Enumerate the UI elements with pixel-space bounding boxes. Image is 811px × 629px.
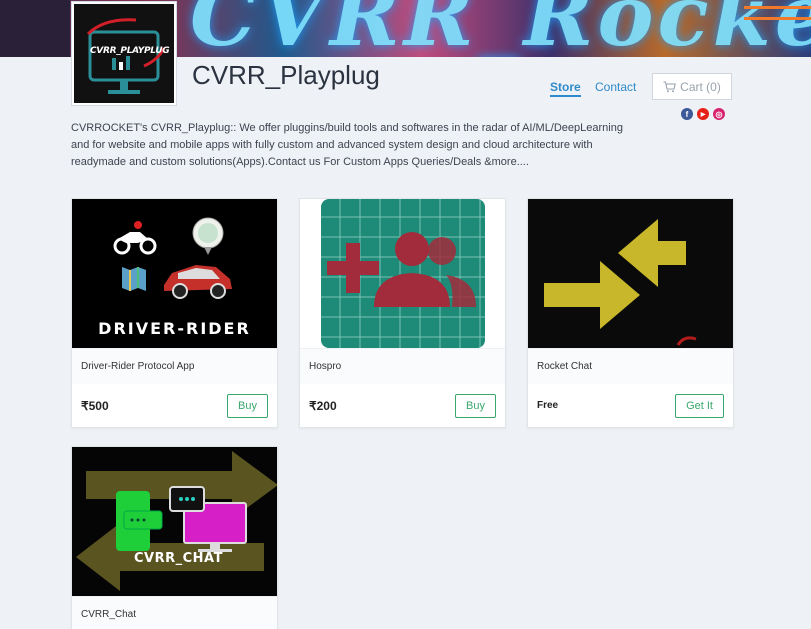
product-card[interactable]: CVRR_CHAT CVRR_Chat xyxy=(71,446,278,629)
product-card[interactable]: DRIVER-RIDER Driver-Rider Protocol App ₹… xyxy=(71,198,278,428)
product-image xyxy=(528,199,733,348)
product-name[interactable]: CVRR_Chat xyxy=(72,597,277,629)
product-image-caption: CVRR_CHAT xyxy=(134,551,223,566)
product-price: ₹500 xyxy=(81,398,109,413)
product-name[interactable]: Hospro xyxy=(300,349,505,384)
cart-icon xyxy=(663,80,677,92)
map-icon xyxy=(122,267,146,291)
banner-shade xyxy=(0,0,70,57)
youtube-icon[interactable]: ▶ xyxy=(697,108,709,120)
facebook-icon[interactable]: f xyxy=(681,108,693,120)
nav-contact-link[interactable]: Contact xyxy=(595,80,636,94)
get-it-button[interactable]: Get It xyxy=(675,393,724,418)
buy-button[interactable]: Buy xyxy=(455,393,496,418)
cart-button[interactable]: Cart (0) xyxy=(652,73,732,100)
social-links: f ▶ ◎ xyxy=(681,108,725,120)
cart-label: Cart (0) xyxy=(680,79,721,94)
chat-bubble-icon xyxy=(169,486,205,512)
product-price: ₹200 xyxy=(309,398,337,413)
logo-text: CVRR_PLAYPLUG xyxy=(90,46,170,56)
store-description: CVRROCKET's CVRR_Playplug:: We offer plu… xyxy=(71,122,623,168)
product-image xyxy=(300,199,505,348)
product-name[interactable]: Rocket Chat xyxy=(528,349,733,384)
instagram-icon[interactable]: ◎ xyxy=(713,108,725,120)
product-name[interactable]: Driver-Rider Protocol App xyxy=(72,349,277,384)
banner-text: CVRR_Rocket xyxy=(190,0,811,57)
banner-decoration xyxy=(744,6,811,20)
store-logo: CVRR_PLAYPLUG xyxy=(71,1,177,106)
product-image: CVRR_CHAT xyxy=(72,447,277,596)
nav-store-link[interactable]: Store xyxy=(550,80,581,97)
product-price: Free xyxy=(537,400,559,411)
buy-button[interactable]: Buy xyxy=(227,393,268,418)
product-card[interactable]: Rocket Chat Free Get It xyxy=(527,198,734,428)
product-card[interactable]: Hospro ₹200 Buy xyxy=(299,198,506,428)
product-image: DRIVER-RIDER xyxy=(72,199,277,348)
store-title: CVRR_Playplug xyxy=(192,60,380,90)
product-image-caption: DRIVER-RIDER xyxy=(98,319,251,338)
